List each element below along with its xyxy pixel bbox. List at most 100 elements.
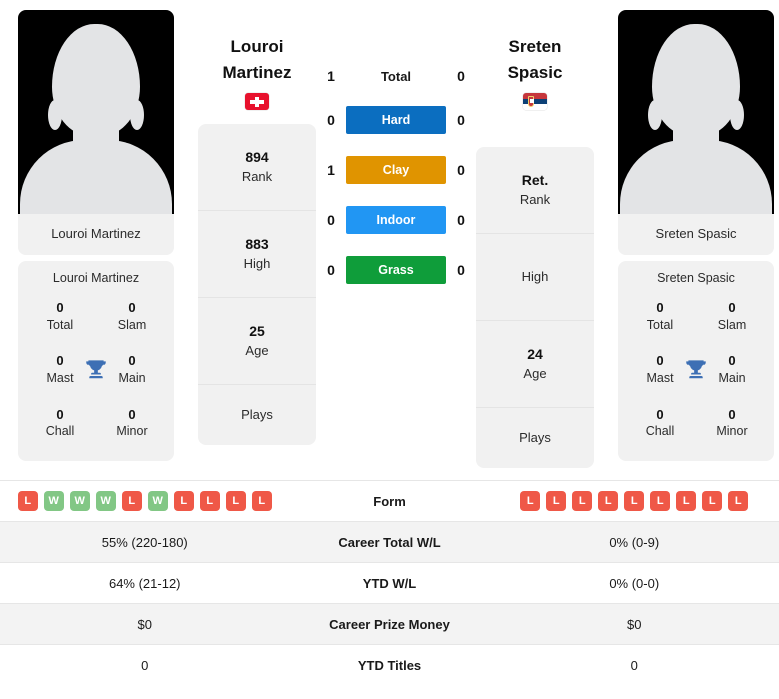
form-chip-loss[interactable]: L — [676, 491, 697, 511]
title-cell: 0 Chall — [624, 398, 696, 447]
head-to-head-column: 1 Total 0 0 Hard 0 1 Clay 0 0 Indoor 0 0 — [316, 10, 476, 284]
title-value: 0 — [56, 300, 64, 315]
table-row-career-prize-money: $0 Career Prize Money $0 — [0, 603, 779, 645]
trophy-icon — [86, 360, 106, 379]
form-chip-win[interactable]: W — [43, 491, 64, 511]
comparison-table: LWWWLWLLLL Form LLLLLLLLL 55% (220-180) … — [0, 480, 779, 686]
h2h-surface-badge-clay[interactable]: Clay — [346, 156, 446, 184]
right-player-stats-card: Ret. Rank High 24 Age Plays — [476, 147, 594, 468]
right-ytd-titles: 0 — [489, 644, 779, 686]
title-label: Minor — [116, 424, 148, 439]
left-player-photo-card[interactable]: Louroi Martinez — [18, 10, 174, 255]
form-chip-win[interactable]: W — [95, 491, 116, 511]
form-chip-loss[interactable]: L — [572, 491, 593, 511]
h2h-surface-badge-grass[interactable]: Grass — [346, 256, 446, 284]
title-label: Total — [646, 317, 674, 332]
title-cell: 0 Total — [24, 291, 96, 340]
title-label: Chall — [645, 424, 675, 439]
stat-row: Plays — [198, 385, 316, 445]
form-chip-loss[interactable]: L — [17, 491, 38, 511]
stat-row: 25 Age — [198, 298, 316, 385]
stat-label: Age — [523, 365, 547, 381]
left-player-name-line-2: Martinez — [222, 62, 292, 82]
row-label-ytd-titles: YTD Titles — [289, 644, 490, 686]
h2h-right-score: 0 — [457, 68, 465, 84]
stat-value: 25 — [249, 323, 265, 340]
stat-label: Plays — [519, 430, 551, 446]
title-value: 0 — [128, 406, 136, 422]
form-chip-loss[interactable]: L — [225, 491, 246, 511]
form-chip-loss[interactable]: L — [251, 491, 272, 511]
right-career-total-wl: 0% (0-9) — [489, 521, 779, 563]
title-label: Slam — [717, 317, 747, 332]
row-label-ytd-wl: YTD W/L — [289, 562, 490, 604]
h2h-row-indoor: 0 Indoor 0 — [316, 206, 476, 234]
row-label-form: Form — [289, 480, 490, 522]
h2h-surface-label: Total — [380, 68, 412, 84]
stat-value: 894 — [245, 149, 269, 166]
h2h-left-score: 0 — [327, 262, 335, 278]
stat-label: Age — [245, 342, 269, 358]
form-chip-loss[interactable]: L — [598, 491, 619, 511]
table-row-ytd-titles: 0 YTD Titles 0 — [0, 644, 779, 686]
left-player-name-line-1: Louroi — [230, 37, 284, 56]
right-form-strip: LLLLLLLLL — [490, 491, 779, 511]
title-cell: 0 Total — [624, 291, 696, 340]
table-row-career-total-wl: 55% (220-180) Career Total W/L 0% (0-9) — [0, 521, 779, 563]
title-label: Slam — [117, 317, 147, 332]
form-chip-loss[interactable]: L — [520, 491, 541, 511]
title-cell: 0 Minor — [96, 398, 168, 447]
left-ytd-titles: 0 — [0, 644, 290, 686]
h2h-surface-badge-hard[interactable]: Hard — [346, 106, 446, 134]
form-chip-win[interactable]: W — [147, 491, 168, 511]
form-chip-win[interactable]: W — [69, 491, 90, 511]
h2h-surface-badge-indoor[interactable]: Indoor — [346, 206, 446, 234]
left-ytd-wl: 64% (21-12) — [0, 562, 290, 604]
title-value: 0 — [56, 406, 64, 422]
stat-row: 24 Age — [476, 321, 594, 408]
table-row-ytd-wl: 64% (21-12) YTD W/L 0% (0-0) — [0, 562, 779, 604]
form-chip-loss[interactable]: L — [199, 491, 220, 511]
right-ytd-wl: 0% (0-0) — [489, 562, 779, 604]
left-player-info-column: Louroi Martinez 894 Rank 883 High 25 Age — [198, 10, 316, 445]
form-chip-loss[interactable]: L — [650, 491, 671, 511]
row-label-career-total-wl: Career Total W/L — [289, 521, 490, 563]
left-player-name-block: Louroi Martinez — [198, 10, 316, 110]
h2h-right-score: 0 — [457, 262, 465, 278]
right-titles-grid: 0 Total 0 Slam 0 Mast 0 Main 0 Chall 0 M… — [624, 291, 768, 447]
left-player-photo-name: Louroi Martinez — [18, 214, 174, 255]
h2h-left-score: 1 — [327, 162, 335, 178]
right-player-name-block: Sreten Spasic — [476, 10, 594, 110]
title-cell: 0 Chall — [24, 398, 96, 447]
stat-value: 883 — [245, 236, 269, 253]
h2h-left-score: 1 — [327, 68, 335, 84]
form-chip-loss[interactable]: L — [702, 491, 723, 511]
stat-label: High — [521, 269, 549, 285]
left-titles-card: Louroi Martinez 0 Total 0 Slam 0 Mast 0 … — [18, 261, 174, 462]
form-chip-loss[interactable]: L — [728, 491, 749, 511]
title-label: Chall — [45, 424, 75, 439]
form-chip-loss[interactable]: L — [173, 491, 194, 511]
stat-label: High — [243, 255, 271, 271]
title-cell: 0 Slam — [96, 291, 168, 340]
title-value: 0 — [728, 406, 736, 422]
right-titles-card: Sreten Spasic 0 Total 0 Slam 0 Mast 0 Ma… — [618, 261, 774, 462]
stat-row: High — [476, 234, 594, 321]
stat-value: 24 — [527, 346, 543, 363]
swiss-flag-icon — [245, 93, 269, 110]
title-value: 0 — [728, 300, 736, 315]
form-chip-loss[interactable]: L — [624, 491, 645, 511]
left-titles-grid: 0 Total 0 Slam 0 Mast 0 Main 0 Chall 0 M… — [24, 291, 168, 447]
form-chip-loss[interactable]: L — [121, 491, 142, 511]
h2h-left-score: 0 — [327, 212, 335, 228]
title-cell: 0 Slam — [696, 291, 768, 340]
title-label: Total — [46, 317, 74, 332]
left-player-flag-wrap — [198, 85, 316, 110]
left-titles-header: Louroi Martinez — [52, 271, 140, 285]
right-form-cell: LLLLLLLLL — [489, 480, 779, 522]
left-form-strip: LWWWLWLLLL — [0, 491, 290, 511]
right-player-photo-card[interactable]: Sreten Spasic — [618, 10, 774, 255]
right-player-name-line-2: Spasic — [507, 62, 563, 82]
form-chip-loss[interactable]: L — [546, 491, 567, 511]
h2h-right-score: 0 — [457, 212, 465, 228]
